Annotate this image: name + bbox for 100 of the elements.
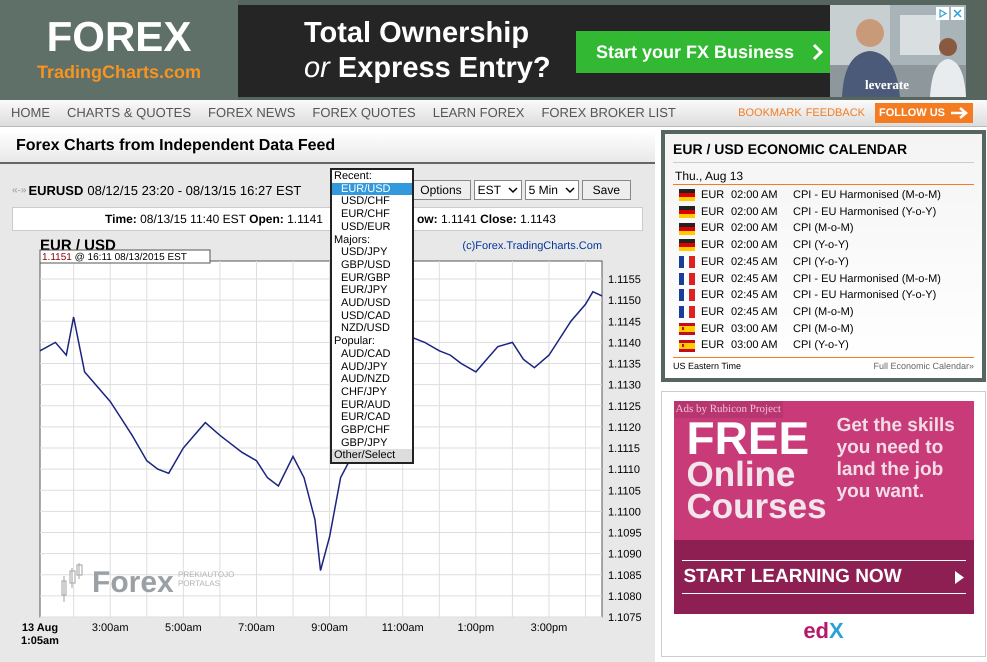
flag-icon (679, 222, 695, 235)
dropdown-option[interactable]: GBP/JPY (332, 436, 412, 450)
currency-label: EUR (701, 288, 726, 304)
axis-label: 1.1085 (608, 570, 642, 582)
axis-label: 1.1080 (608, 590, 642, 603)
nav-link[interactable]: FOREX BROKER LIST (536, 103, 681, 123)
axis-label: 3:00am (92, 622, 129, 634)
date-range: 08/12/15 23:20 - 08/13/15 16:27 EST (87, 182, 302, 200)
axis-label: 1.1100 (608, 506, 641, 518)
event-time: 02:45 AM (731, 272, 778, 287)
dropdown-option[interactable]: EUR/CAD (332, 411, 412, 424)
event-time: 02:45 AM (731, 288, 778, 304)
event-time: 02:45 AM (731, 254, 778, 270)
flag-icon (679, 256, 695, 268)
ad-pitch: Get the skills you need to land the job you want. (836, 415, 956, 504)
axis-label: 1.1105 (608, 485, 641, 498)
axis-label: 1.1095 (608, 528, 642, 540)
pair-dropdown[interactable]: Recent: EUR/USD USD/CHF EUR/CHF USD/EUR Majors: USD/JPY GBP/USD EUR/GBP EUR/JPY AUD/USD USD/CAD NZD/USD Popular: AUD/CAD AUD/JPY AUD/NZD CHF/JPY EUR/AUD EUR/CAD GBP/CHF GBP/JPY Other/Select (330, 168, 414, 464)
flag-icon (679, 206, 695, 218)
currency-label: EUR (701, 188, 726, 204)
dropdown-option[interactable]: GBP/USD (332, 258, 412, 272)
nav-link[interactable]: FOREX NEWS (203, 103, 300, 123)
flag-icon (679, 322, 695, 335)
event-name[interactable]: CPI (M-o-M) (793, 220, 854, 237)
nav-link[interactable]: HOME (6, 103, 55, 123)
axis-label: 1.1075 (608, 612, 642, 624)
dropdown-option[interactable]: AUD/JPY (332, 360, 412, 374)
event-name[interactable]: CPI (Y-o-Y) (793, 254, 849, 270)
event-time: 03:00 AM (731, 338, 778, 354)
flag-icon (679, 272, 695, 285)
last-price-label: 1.1151 @ 16:11 08/13/2015 EST (40, 250, 210, 264)
calendar-title: EUR / USD ECONOMIC CALENDAR (673, 134, 974, 163)
axis-label: 1.1110 (608, 464, 640, 476)
dropdown-option[interactable]: USD/CAD (332, 310, 412, 322)
event-name[interactable]: CPI - EU Harmonised (Y-o-Y) (793, 287, 936, 304)
close-icon[interactable] (951, 7, 964, 20)
event-name[interactable]: CPI (M-o-M) (793, 320, 854, 338)
dropdown-option[interactable]: GBP/CHF (332, 424, 412, 437)
ad-info-icon[interactable] (936, 7, 949, 20)
flag-icon (679, 306, 695, 318)
ad-headline: Courses (686, 489, 827, 524)
axis-label: 1.1155 (608, 274, 641, 286)
axis-label: 1.1115 (608, 443, 640, 455)
nav-link[interactable]: FOREX QUOTES (307, 103, 421, 123)
event-name[interactable]: CPI (Y-o-Y) (793, 337, 849, 354)
axis-label: 3:00pm (530, 622, 568, 634)
nav-link[interactable]: CHARTS & QUOTES (62, 103, 196, 123)
flag-icon (679, 189, 695, 202)
currency-label: EUR (701, 221, 726, 236)
dropdown-option[interactable]: EUR/AUD (332, 398, 412, 412)
option-group-label: Popular: (333, 335, 376, 348)
logo-title: FOREX (46, 14, 192, 58)
page-title: Forex Charts from Independent Data Feed (16, 136, 336, 156)
event-time: 02:00 AM (731, 188, 778, 204)
dropdown-option[interactable]: AUD/NZD (332, 373, 412, 386)
edx-logo: edX (803, 620, 844, 642)
timezone-select[interactable]: EST (474, 180, 522, 200)
option-group-label: Majors: (333, 234, 372, 246)
flag-icon (679, 289, 695, 302)
currency-label: EUR (701, 338, 726, 354)
dropdown-option[interactable]: EUR/CHF (332, 208, 412, 221)
interval-select[interactable]: 5 Min (524, 180, 579, 200)
axis-label: 1.1135 (608, 358, 641, 370)
ad-headline: Total Ownership (304, 16, 530, 50)
event-name[interactable]: CPI (Y-o-Y) (793, 237, 849, 254)
dropdown-option[interactable]: EUR/JPY (332, 284, 412, 298)
event-name[interactable]: CPI - EU Harmonised (M-o-M) (793, 270, 941, 288)
dropdown-option[interactable]: Other/Select (332, 449, 412, 462)
currency-label: EUR (701, 238, 726, 254)
ohlc-text: Time: 08/13/15 11:40 EST Open: 1.1141 (105, 211, 323, 228)
dropdown-option[interactable]: EUR/GBP (332, 272, 412, 284)
ad-network-label: Ads by Rubicon Project (674, 401, 783, 418)
nav-link[interactable]: LEARN FOREX (428, 103, 530, 123)
axis-label: 1:00pm (458, 622, 494, 634)
flag-icon (679, 340, 695, 352)
caret-icon (508, 186, 518, 194)
ad-cta-button[interactable]: START LEARNING NOW (682, 560, 966, 594)
save-button[interactable]: Save (582, 180, 631, 200)
currency-label: EUR (701, 322, 726, 337)
dropdown-option[interactable]: CHF/JPY (332, 386, 412, 399)
dropdown-option[interactable]: AUD/USD (332, 297, 412, 310)
axis-label: 1.1150 (608, 295, 641, 308)
event-time: 02:45 AM (731, 304, 778, 320)
dropdown-option[interactable]: USD/CHF (332, 195, 412, 208)
copyright-text: (c)Forex.TradingCharts.Com (462, 240, 602, 252)
dropdown-option[interactable]: USD/EUR (332, 220, 412, 234)
dropdown-option[interactable]: AUD/CAD (332, 348, 412, 361)
ohlc-text: ow: 1.1141 Close: 1.1143 (416, 211, 556, 228)
event-name[interactable]: CPI - EU Harmonised (Y-o-Y) (793, 204, 936, 220)
event-name[interactable]: CPI - EU Harmonised (M-o-M) (793, 187, 941, 204)
dropdown-option[interactable]: NZD/USD (332, 322, 412, 336)
symbol-label: EURUSD (28, 182, 84, 200)
chevron-icon (812, 43, 824, 61)
axis-label: 1.1125 (608, 400, 641, 413)
timezone-note: US Eastern Time (673, 360, 742, 372)
event-name[interactable]: CPI (M-o-M) (793, 304, 854, 320)
calendar-link[interactable]: Full Economic Calendar» (873, 360, 974, 372)
options-button[interactable]: Options (411, 180, 471, 200)
ad-subline: or Express Entry? (304, 51, 551, 86)
dropdown-option[interactable]: USD/JPY (332, 246, 412, 259)
